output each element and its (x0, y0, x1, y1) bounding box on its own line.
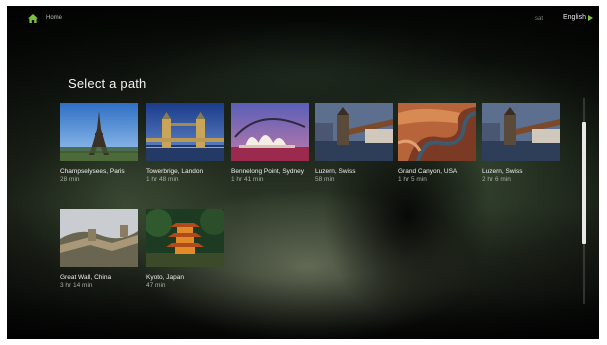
path-duration: 1 hr 41 min (231, 175, 264, 183)
scrollbar-thumb[interactable] (582, 122, 586, 244)
home-icon[interactable] (28, 14, 38, 23)
path-duration: 47 min (146, 281, 166, 289)
page-title: Select a path (68, 76, 147, 91)
path-duration: 58 min (315, 175, 335, 183)
tower-bridge-thumbnail (146, 103, 224, 161)
tv-screen: Home sat English Select a path Champsely… (7, 6, 599, 339)
path-duration: 28 min (60, 175, 80, 183)
path-tile-paris[interactable]: Champselysees, Paris 28 min (60, 103, 138, 184)
path-name: Grand Canyon, USA (398, 168, 458, 175)
grand-canyon-thumbnail (398, 103, 476, 161)
sydney-opera-house-thumbnail (231, 103, 309, 161)
path-duration: 2 hr 6 min (482, 175, 511, 183)
top-bar: Home sat English (7, 6, 599, 32)
home-label[interactable]: Home (46, 15, 62, 21)
path-tile-great-wall[interactable]: Great Wall, China 3 hr 14 min (60, 209, 138, 290)
path-name: Kyoto, Japan (146, 274, 184, 281)
luzern-bridge-thumbnail (482, 103, 560, 161)
path-name: Great Wall, China (60, 274, 112, 281)
path-duration: 3 hr 14 min (60, 281, 93, 289)
tv-icon: sat (535, 16, 544, 22)
path-tile-london[interactable]: Towerbrige, Landon 1 hr 48 min (146, 103, 224, 184)
path-name: Luzern, Swiss (315, 168, 356, 175)
luzern-bridge-thumbnail (315, 103, 393, 161)
path-name: Champselysees, Paris (60, 168, 125, 175)
path-name: Luzern, Swiss (482, 168, 523, 175)
path-tile-luzern[interactable]: Luzern, Swiss 58 min (315, 103, 393, 184)
path-duration: 1 hr 5 min (398, 175, 427, 183)
chevron-right-icon[interactable] (588, 15, 593, 21)
path-name: Towerbrige, Landon (146, 168, 204, 175)
path-tile-grand-canyon[interactable]: Grand Canyon, USA 1 hr 5 min (398, 103, 476, 184)
path-tile-kyoto[interactable]: Kyoto, Japan 47 min (146, 209, 224, 290)
path-name: Bennelong Point, Sydney (231, 168, 304, 175)
eiffel-tower-thumbnail (60, 103, 138, 161)
great-wall-thumbnail (60, 209, 138, 267)
path-tile-sydney[interactable]: Bennelong Point, Sydney 1 hr 41 min (231, 103, 309, 184)
path-tile-luzern-2[interactable]: Luzern, Swiss 2 hr 6 min (482, 103, 560, 184)
path-duration: 1 hr 48 min (146, 175, 179, 183)
language-selector[interactable]: English (563, 14, 586, 21)
kyoto-pagoda-thumbnail (146, 209, 224, 267)
